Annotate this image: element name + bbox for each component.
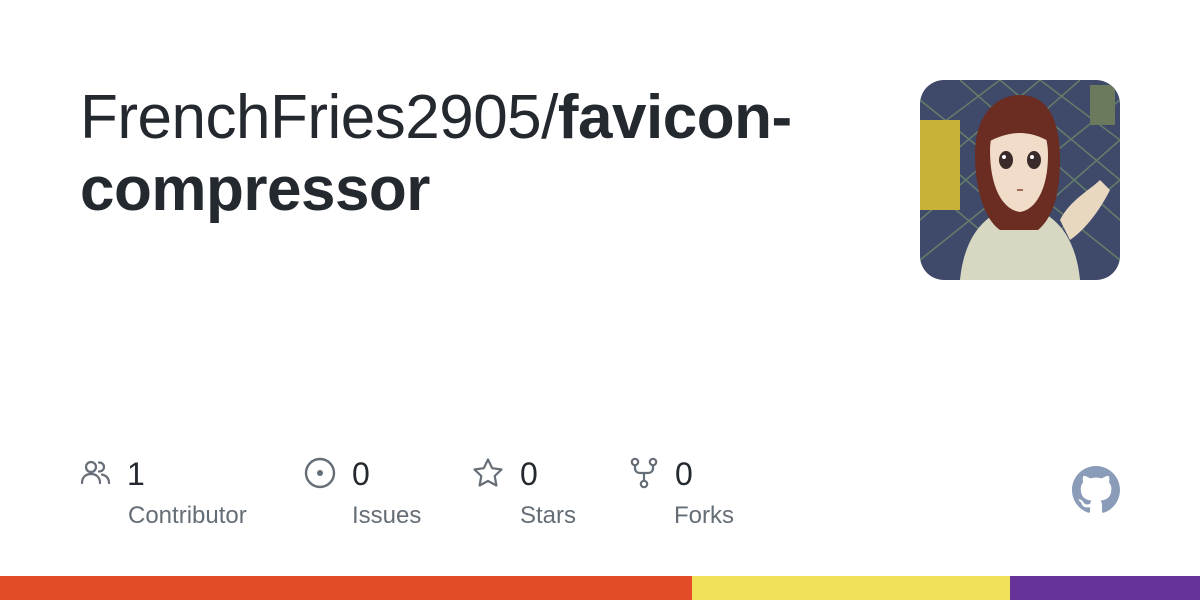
avatar-anime-character-icon [920,80,1120,280]
people-icon [80,460,111,485]
fork-icon [630,457,658,489]
language-segment-2 [1010,576,1200,600]
contributors-count: 1 [127,456,145,492]
forks-label: Forks [674,502,734,529]
language-segment-1 [692,576,1011,600]
repo-owner: FrenchFries2905/ [80,83,558,152]
owner-avatar [920,80,1120,280]
issues-count: 0 [352,456,370,492]
stars-label: Stars [520,502,577,529]
issues-label: Issues [352,502,422,529]
language-bar [0,576,1200,600]
star-icon [473,458,503,487]
forks-count: 0 [675,456,693,492]
github-icon[interactable] [1072,466,1120,514]
contributors-label: Contributor [128,502,247,529]
language-segment-0 [0,576,693,600]
repo-title: FrenchFries2905/favicon-compressor [80,82,880,226]
issue-icon [304,457,336,489]
stars-count: 0 [520,456,538,492]
